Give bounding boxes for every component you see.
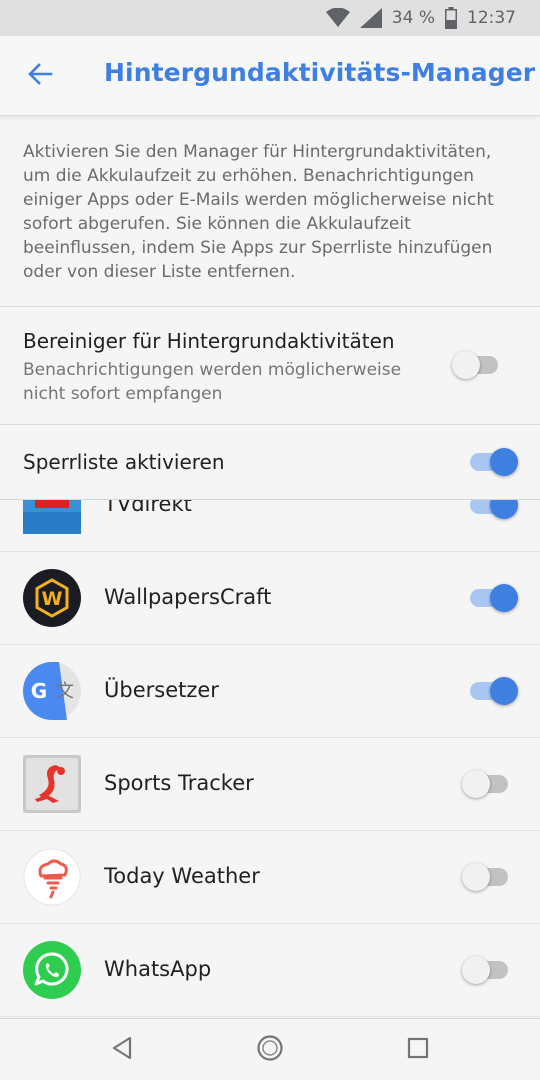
recents-square-icon (407, 1037, 429, 1063)
blacklist-toggle[interactable] (462, 444, 518, 480)
wallpaperscraft-icon: W (23, 569, 81, 627)
app-toggle-today-weather[interactable] (462, 859, 518, 895)
app-toggle-whatsapp[interactable] (462, 952, 518, 988)
home-circle-icon (256, 1034, 284, 1066)
blacklist-setting-row[interactable]: Sperrliste aktivieren (0, 425, 540, 500)
app-toggle-wallpaperscraft[interactable] (462, 580, 518, 616)
nav-home-button[interactable] (252, 1032, 288, 1068)
app-name: WhatsApp (104, 957, 212, 981)
arrow-back-icon (27, 62, 53, 90)
blacklist-app-list[interactable]: TVdirekt W WallpapersCraft G 文 Übersetze… (0, 500, 540, 1018)
toggle-thumb (490, 500, 518, 519)
google-translate-icon: G 文 (23, 662, 81, 720)
app-bar: Hintergundaktivitäts-Manager (0, 36, 540, 116)
cleaner-subtitle: Benachrichtigungen werden möglicherweise… (23, 360, 402, 404)
app-row-tvdirekt[interactable]: TVdirekt (0, 500, 540, 552)
clock: 12:37 (467, 8, 516, 28)
divider (0, 306, 540, 307)
app-toggle-sports-tracker[interactable] (462, 766, 518, 802)
app-toggle-tvdirekt[interactable] (462, 500, 518, 523)
triangle-back-icon (111, 1036, 133, 1064)
sports-tracker-icon (23, 755, 81, 813)
toggle-thumb (462, 770, 490, 798)
translate-g-letter: G (31, 679, 47, 703)
back-button[interactable] (20, 56, 60, 96)
app-row-wallpaperscraft[interactable]: W WallpapersCraft (0, 552, 540, 645)
app-row-uebersetzer[interactable]: G 文 Übersetzer (0, 645, 540, 738)
toggle-thumb (452, 351, 480, 379)
status-icons: 34 % 12:37 (325, 0, 516, 36)
battery-percent: 34 % (391, 8, 435, 28)
today-weather-icon (23, 848, 81, 906)
toggle-thumb (490, 448, 518, 476)
toggle-thumb (462, 956, 490, 984)
cleaner-title: Bereiniger für Hintergrundaktivitäten (23, 329, 395, 353)
battery-icon (445, 7, 457, 29)
status-bar: 34 % 12:37 (0, 0, 540, 36)
blacklist-title: Sperrliste aktivieren (23, 450, 225, 474)
app-row-today-weather[interactable]: Today Weather (0, 831, 540, 924)
app-name: Today Weather (104, 864, 260, 888)
app-name: TVdirekt (104, 500, 192, 516)
cleaner-toggle[interactable] (452, 347, 508, 383)
wallpaperscraft-letter: W (42, 588, 63, 610)
page-title: Hintergundaktivitäts-Manager (104, 58, 536, 87)
app-row-sports-tracker[interactable]: Sports Tracker (0, 738, 540, 831)
toggle-thumb (490, 584, 518, 612)
tvdirekt-icon (23, 500, 81, 534)
app-row-whatsapp[interactable]: WhatsApp (0, 924, 540, 1017)
translate-cjk-glyph: 文 (56, 681, 74, 702)
app-name: Sports Tracker (104, 771, 254, 795)
app-toggle-uebersetzer[interactable] (462, 673, 518, 709)
nav-recents-button[interactable] (400, 1032, 436, 1068)
cell-signal-icon (359, 8, 382, 28)
divider (0, 424, 540, 425)
app-name: WallpapersCraft (104, 585, 272, 609)
whatsapp-icon (23, 941, 81, 999)
toggle-thumb (462, 863, 490, 891)
nav-back-button[interactable] (104, 1032, 140, 1068)
app-name: Übersetzer (104, 678, 219, 702)
description-text: Aktivieren Sie den Manager für Hintergru… (23, 142, 494, 282)
navigation-bar (0, 1018, 540, 1080)
toggle-thumb (490, 677, 518, 705)
wifi-icon (325, 8, 350, 28)
